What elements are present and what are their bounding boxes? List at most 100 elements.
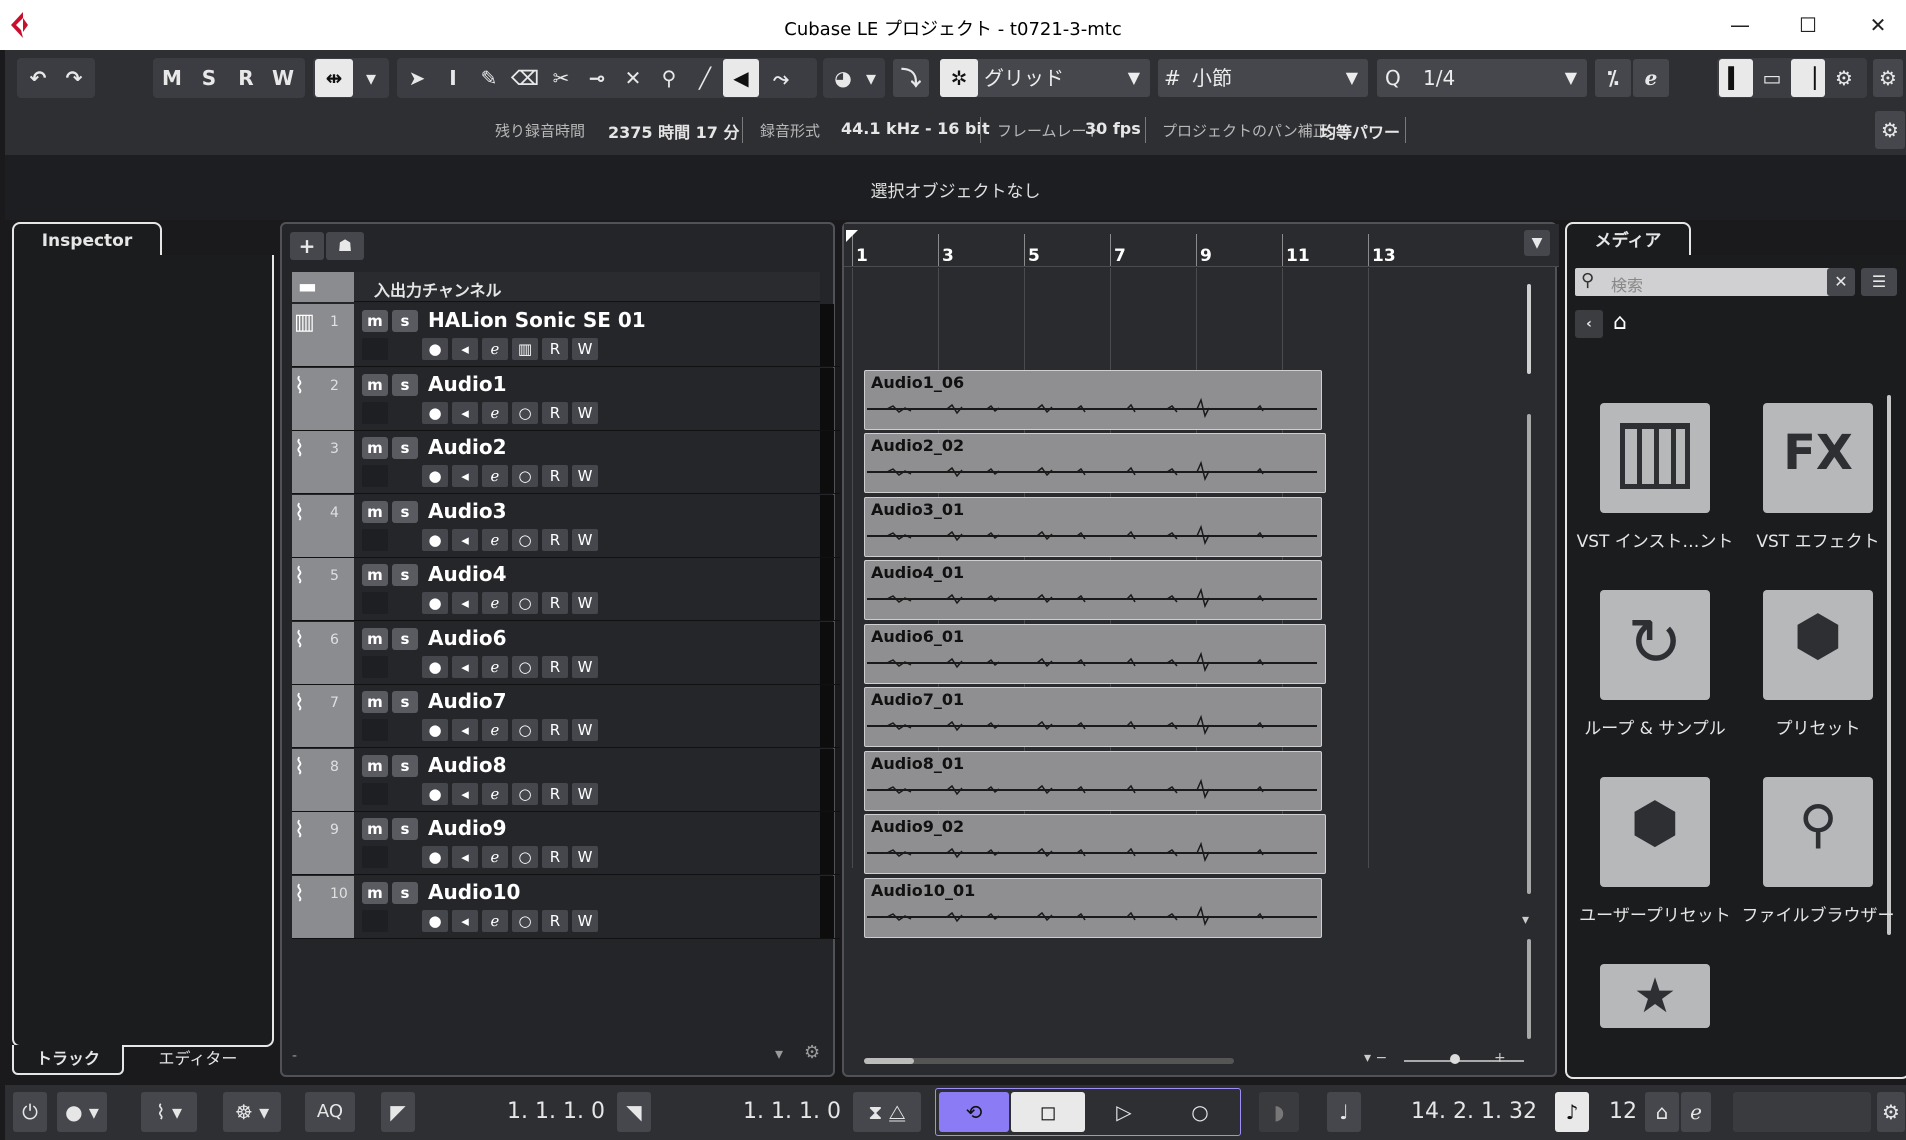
track-mute-button[interactable]: m (362, 627, 388, 650)
record-enable-icon[interactable]: ● (422, 909, 448, 932)
track-row[interactable]: ▥ 1 m s ● ◂ ℯ ▥ R W HALion Sonic SE 01 (292, 304, 840, 367)
audio-event[interactable]: Audio4_01 (864, 560, 1322, 620)
zoom-handle[interactable] (1450, 1054, 1460, 1064)
read-automation-icon[interactable]: R (542, 719, 568, 741)
track-presets-icon[interactable]: ☗ (326, 232, 364, 260)
horizontal-zoom-slider[interactable] (1404, 1060, 1524, 1062)
track-row[interactable]: ⌇ 4 m s ● ◂ ℯ ○ R W Audio3 (292, 494, 840, 558)
quantize-dropdown[interactable]: Q 1/4 ▼ (1377, 59, 1587, 97)
quantize-preset-icon[interactable]: ℯ (1633, 59, 1669, 97)
speaker-tool-icon[interactable]: ◀ (723, 59, 759, 97)
chevron-down-icon[interactable]: ▾ (355, 59, 387, 97)
read-automation-icon[interactable]: R (542, 846, 568, 868)
record-enable-icon[interactable]: ● (422, 528, 448, 551)
rec-format-value[interactable]: 44.1 kHz - 16 bit (841, 119, 990, 138)
chevron-down-icon[interactable]: ▾ (859, 59, 883, 97)
zoom-in-icon[interactable]: + (1494, 1050, 1506, 1066)
gear-icon[interactable]: ⚙ (1873, 59, 1903, 97)
record-button[interactable]: ○ (1163, 1092, 1237, 1132)
grid-type-dropdown[interactable]: ✲ グリッド ▼ (940, 59, 1150, 97)
track-row[interactable]: ⌇ 9 m s ● ◂ ℯ ○ R W Audio9 (292, 812, 840, 875)
audio-event[interactable]: Audio9_02 (864, 814, 1326, 874)
track-row[interactable]: ⌇ 2 m s ● ◂ ℯ ○ R W Audio1 (292, 367, 840, 431)
lock-icon[interactable]: ○ (512, 592, 538, 614)
track-name[interactable]: Audio9 (428, 816, 507, 840)
vertical-scrollbar[interactable] (1527, 414, 1531, 894)
monitor-icon[interactable]: ◂ (452, 338, 478, 360)
read-automation-icon[interactable]: R (542, 528, 568, 551)
chevron-down-icon[interactable]: ▾ (775, 1044, 783, 1063)
edit-channel-icon[interactable]: ℯ (482, 909, 508, 932)
track-solo-button[interactable]: s (392, 437, 418, 459)
track-mute-button[interactable]: m (362, 564, 388, 586)
grid-size-dropdown[interactable]: # 小節 ▼ (1158, 59, 1368, 97)
record-enable-icon[interactable]: ● (422, 465, 448, 487)
range-tool-icon[interactable]: I (435, 59, 471, 97)
vst-instrument-tile[interactable] (1600, 403, 1710, 513)
right-locator-value[interactable]: 1. 1. 1. 0 (651, 1092, 841, 1132)
record-enable-icon[interactable]: ● (422, 655, 448, 678)
list-view-icon[interactable]: ☰ (1861, 268, 1897, 296)
lock-icon[interactable]: ○ (512, 909, 538, 932)
track-name[interactable]: Audio7 (428, 689, 507, 713)
monitor-icon[interactable]: ◂ (452, 782, 478, 805)
write-automation-icon[interactable]: W (572, 846, 598, 868)
track-solo-button[interactable]: s (392, 500, 418, 523)
file-browser-tile[interactable]: ⚲ (1763, 777, 1873, 887)
marker-field[interactable] (1733, 1092, 1871, 1132)
color-tool-icon[interactable]: ◕ (825, 59, 861, 97)
auto-quantize-button[interactable]: AQ (305, 1092, 355, 1132)
tab-editor[interactable]: エディター (128, 1045, 268, 1075)
read-automation-icon[interactable]: R (542, 655, 568, 678)
instrument-icon[interactable]: ▥ (512, 338, 538, 360)
write-automation-icon[interactable]: W (572, 528, 598, 551)
rec-time-value[interactable]: 2375 時間 17 分 (608, 119, 740, 143)
audio-event[interactable]: Audio1_06 (864, 369, 1322, 430)
left-zone-icon[interactable]: ▍ (1719, 59, 1753, 97)
write-automation-icon[interactable]: W (572, 719, 598, 741)
write-automation-icon[interactable]: W (572, 592, 598, 614)
left-locator-icon[interactable]: ◤ (381, 1092, 415, 1132)
minimize-button[interactable]: — (1720, 10, 1760, 40)
track-row[interactable]: ⌇ 7 m s ● ◂ ℯ ○ R W Audio7 (292, 685, 840, 748)
undo-icon[interactable]: ↶ (21, 59, 55, 97)
monitor-icon[interactable]: ◂ (452, 719, 478, 741)
erase-tool-icon[interactable]: ⌫ (507, 59, 543, 97)
record-enable-icon[interactable]: ● (422, 338, 448, 360)
track-solo-button[interactable]: s (392, 373, 418, 396)
tab-inspector[interactable]: Inspector (12, 222, 162, 259)
edit-channel-icon[interactable]: ℯ (482, 782, 508, 805)
maximize-button[interactable]: ☐ (1788, 10, 1828, 40)
record-enable-icon[interactable]: ● (422, 719, 448, 741)
vst-effect-tile[interactable]: FX (1763, 403, 1873, 513)
user-presets-tile[interactable]: ⬢ (1600, 777, 1710, 887)
record-enable-icon[interactable]: ● (422, 782, 448, 805)
edit-channel-icon[interactable]: ℯ (482, 719, 508, 741)
monitor-icon[interactable]: ◂ (452, 401, 478, 424)
presets-tile[interactable]: ⬢ (1763, 590, 1873, 700)
track-name[interactable]: Audio10 (428, 880, 520, 904)
edit-channel-icon[interactable]: ℯ (482, 846, 508, 868)
zoom-slider-top[interactable] (1527, 284, 1531, 374)
audio-event[interactable]: Audio10_01 (864, 877, 1322, 938)
write-automation-icon[interactable]: W (572, 909, 598, 932)
position-display[interactable]: 14. 2. 1. 32 (1361, 1092, 1537, 1132)
read-automation-icon[interactable]: R (542, 338, 568, 360)
track-solo-button[interactable]: s (392, 627, 418, 650)
audio-event[interactable]: Audio2_02 (864, 433, 1326, 493)
auto-scroll-icon[interactable]: ⤵ (893, 59, 929, 97)
track-name[interactable]: Audio8 (428, 753, 507, 777)
lock-icon[interactable]: ○ (512, 465, 538, 487)
gear-icon[interactable]: ⚙ (1875, 111, 1905, 149)
monitor-icon[interactable]: ◂ (452, 909, 478, 932)
track-solo-button[interactable]: s (392, 564, 418, 586)
lock-icon[interactable]: ○ (512, 846, 538, 868)
monitor-icon[interactable]: ◂ (452, 592, 478, 614)
cycle-marker-icon[interactable] (846, 230, 858, 242)
mute-button[interactable]: M (155, 59, 189, 97)
lock-icon[interactable]: ○ (512, 655, 538, 678)
write-automation-icon[interactable]: W (572, 782, 598, 805)
pointer-tool-icon[interactable]: ➤ (399, 59, 435, 97)
tab-media[interactable]: メディア (1565, 222, 1691, 259)
audio-event[interactable]: Audio6_01 (864, 623, 1326, 684)
